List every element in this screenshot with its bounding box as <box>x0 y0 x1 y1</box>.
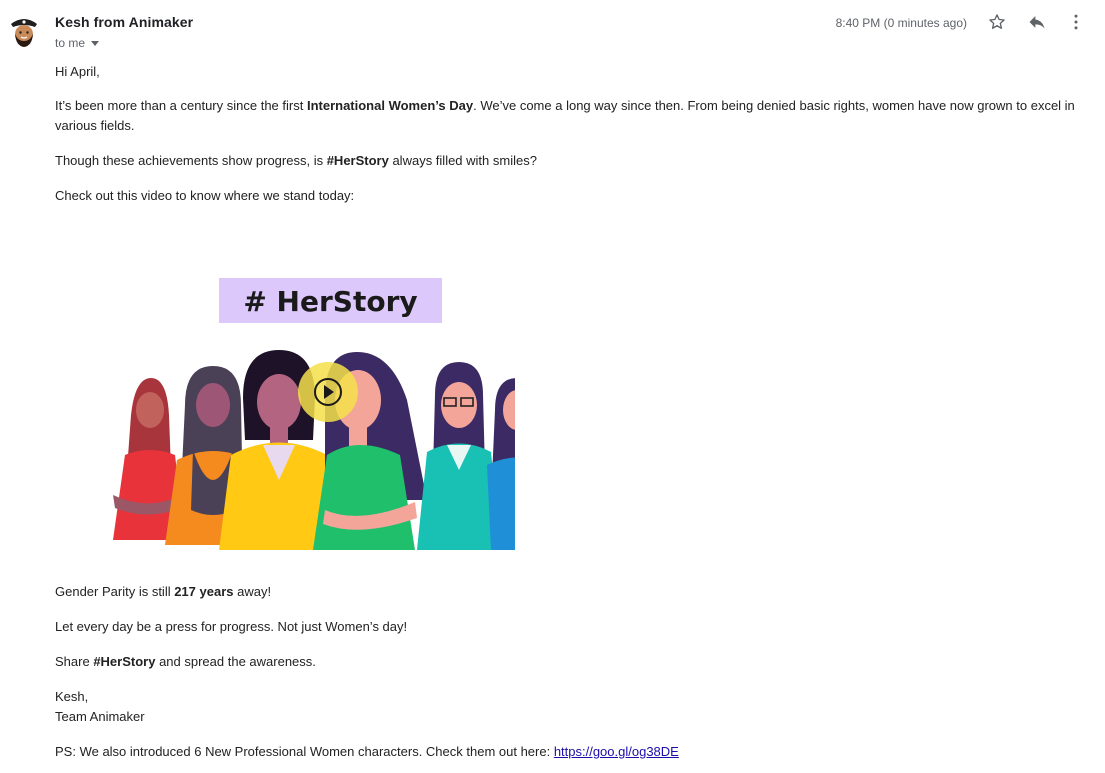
hashtag-text: #HerStory <box>93 654 156 669</box>
herstory-illustration: # HerStory <box>113 278 563 550</box>
paragraph-text: away! <box>233 584 272 599</box>
bold-text: International Women’s Day <box>306 98 474 113</box>
more-vert-icon <box>1074 14 1078 30</box>
signature-team: Team Animaker <box>55 709 145 724</box>
recipient-details-toggle[interactable]: to me <box>55 36 100 50</box>
paragraph-text: PS: We also introduced 6 New Professiona… <box>55 744 554 759</box>
characters-link[interactable]: https://goo.gl/og38DE <box>554 744 679 759</box>
sender-name[interactable]: Kesh from Animaker <box>55 14 193 30</box>
reply-button[interactable] <box>1025 10 1049 34</box>
hashtag-text: #HerStory <box>326 153 389 168</box>
star-icon <box>989 14 1005 29</box>
woman-teal <box>417 362 501 550</box>
bold-text: 217 years <box>174 584 234 599</box>
paragraph-ps: PS: We also introduced 6 New Professiona… <box>55 742 679 762</box>
paragraph-share: Share #HerStory and spread the awareness… <box>55 652 316 672</box>
signature-name: Kesh, <box>55 689 89 704</box>
paragraph-video-intro: Check out this video to know where we st… <box>55 188 355 203</box>
paragraph-text: and spread the awareness. <box>155 654 316 669</box>
paragraph-text: Though these achievements show progress,… <box>55 153 327 168</box>
reply-icon <box>1029 16 1045 29</box>
more-options-button[interactable] <box>1064 10 1088 34</box>
paragraph-question: Though these achievements show progress,… <box>55 151 537 171</box>
paragraph-text: Gender Parity is still <box>55 584 175 599</box>
recipient-label: to me <box>55 36 86 50</box>
paragraph-gender-parity: Gender Parity is still 217 years away! <box>55 582 271 602</box>
greeting: Hi April, <box>55 64 100 79</box>
paragraph-intro: It’s been more than a century since the … <box>55 96 1080 136</box>
woman-blue <box>487 378 563 550</box>
paragraph-text: Share <box>55 654 94 669</box>
sender-avatar[interactable] <box>8 14 40 50</box>
pirate-avatar-icon <box>11 19 37 47</box>
video-thumbnail[interactable]: # HerStory <box>55 270 563 550</box>
paragraph-progress: Let every day be a press for progress. N… <box>55 619 408 634</box>
paragraph-text: always filled with smiles? <box>388 153 537 168</box>
banner-title: # HerStory <box>243 285 417 318</box>
star-button[interactable] <box>985 10 1009 34</box>
paragraph-text: It’s been more than a century since the … <box>55 98 307 113</box>
chevron-down-icon <box>91 41 100 46</box>
email-view: Kesh from Animaker to me 8:40 PM (0 minu… <box>0 0 1105 773</box>
email-timestamp: 8:40 PM (0 minutes ago) <box>835 16 967 30</box>
